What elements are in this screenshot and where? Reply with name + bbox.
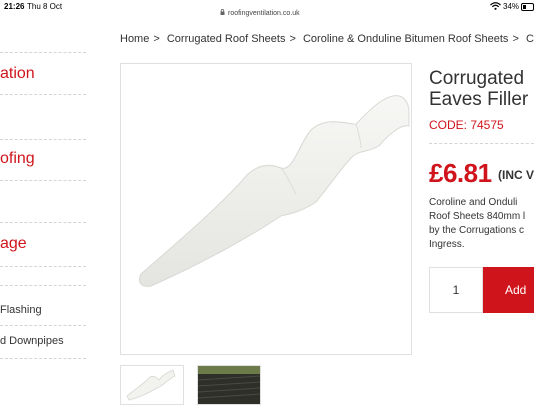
battery-level [523, 5, 527, 9]
category-sidebar: ation ofing age Flashing d Downpipes [0, 20, 100, 400]
description-line: by the Corrugations c [429, 225, 525, 236]
breadcrumb-separator: > [153, 33, 160, 45]
breadcrumb-separator: > [512, 33, 519, 45]
divider [0, 325, 86, 326]
eaves-filler-image [138, 95, 410, 287]
lock-icon [220, 9, 225, 15]
product-title-line: Corrugated [429, 68, 525, 89]
price-vat-note: (INC V [498, 168, 534, 182]
divider [0, 139, 86, 140]
breadcrumb-home[interactable]: Home [120, 33, 149, 45]
breadcrumb-current[interactable]: Corru [526, 33, 534, 45]
status-date: Thu 8 Oct [27, 2, 63, 11]
divider [0, 180, 86, 181]
divider [0, 285, 86, 286]
sidebar-item-flashing[interactable]: Flashing [0, 304, 42, 316]
sidebar-item-downpipes[interactable]: d Downpipes [0, 335, 64, 347]
battery-percent: 34% [503, 2, 520, 11]
quantity-input[interactable]: 1 [429, 267, 483, 313]
divider [0, 94, 86, 95]
divider [429, 143, 534, 144]
wifi-icon [490, 2, 501, 10]
divider [0, 266, 86, 267]
product-description: Coroline and Onduli Roof Sheets 840mm l … [429, 196, 534, 252]
product-thumbnail[interactable] [197, 365, 261, 405]
thumbnail-image [198, 366, 260, 404]
status-time: 21:26 [4, 2, 25, 11]
add-to-basket-button[interactable]: Add [483, 267, 534, 313]
product-thumbnail[interactable] [120, 365, 184, 405]
status-bar: 21:26 Thu 8 Oct roofingventilation.co.uk… [0, 0, 534, 20]
address-bar-url[interactable]: roofingventilation.co.uk [228, 10, 300, 17]
breadcrumb-coroline-onduline[interactable]: Coroline & Onduline Bitumen Roof Sheets [303, 33, 508, 45]
description-line: Coroline and Onduli [429, 197, 518, 208]
breadcrumb: Home > Corrugated Roof Sheets > Coroline &… [120, 33, 534, 45]
product-title-line: Eaves Filler [429, 89, 529, 110]
divider [0, 222, 86, 223]
product-title: Corrugated Eaves Filler [429, 68, 528, 110]
divider [0, 52, 86, 53]
breadcrumb-separator: > [289, 33, 296, 45]
sidebar-category-ventilation[interactable]: ation [0, 65, 35, 83]
description-line: Ingress. [429, 239, 465, 250]
product-price: £6.81 [429, 158, 492, 188]
product-code: CODE: 74575 [429, 118, 504, 132]
thumbnail-image [126, 369, 176, 401]
battery-icon [521, 3, 534, 11]
sidebar-category-roofing[interactable]: ofing [0, 150, 35, 168]
description-line: Roof Sheets 840mm l [429, 211, 526, 222]
sidebar-category-drainage[interactable]: age [0, 235, 27, 253]
product-main-image[interactable] [120, 63, 412, 355]
divider [0, 358, 86, 359]
breadcrumb-corrugated-roof-sheets[interactable]: Corrugated Roof Sheets [167, 33, 286, 45]
